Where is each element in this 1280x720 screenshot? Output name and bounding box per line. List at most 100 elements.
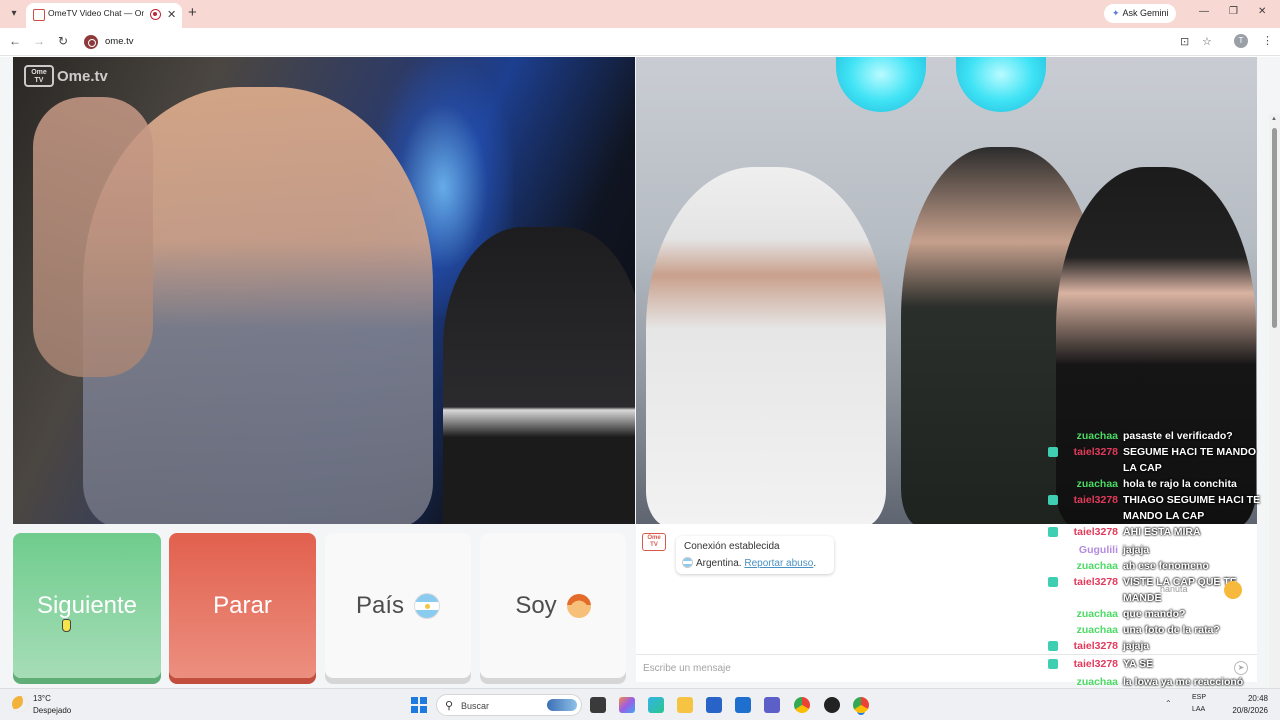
comment-username: taiel3278 [1073,446,1118,458]
restore-icon[interactable]: ❐ [1229,6,1238,17]
badge-spacer [1048,428,1060,444]
forward-arrow-icon[interactable]: → [32,34,46,48]
comment-username: taiel3278 [1073,576,1118,588]
chrome-active-icon[interactable] [853,697,869,713]
background-person [443,227,635,524]
comment-username: zuachaa [1076,430,1118,442]
mouse-cursor-icon [62,619,71,632]
windows-taskbar: 13°C Despejado ⚲ Buscar ⌃ ESP LAA 20:48 … [0,688,1280,720]
close-window-icon[interactable]: ✕ [1258,6,1266,17]
new-tab-button[interactable]: + [188,5,197,21]
ask-gemini-label: Ask Gemini [1122,8,1169,18]
subscriber-badge-icon [1048,656,1060,674]
page-scrollbar[interactable]: ▲ ▼ [1269,114,1280,720]
search-placeholder: Buscar [461,701,490,711]
tray-chevron-up-icon[interactable]: ⌃ [1165,699,1172,708]
logo-badge: Ome TV [24,65,54,87]
neon-light-left [836,57,926,112]
moon-weather-icon[interactable] [12,696,28,712]
clock-date: 20/8/2026 [1232,706,1268,715]
star-icon[interactable]: ☆ [1202,35,1212,48]
gender-button[interactable]: Soy [480,533,626,678]
clock-time[interactable]: 20:48 [1236,694,1268,703]
stream-comment: zuachaa ah ese fenomeno [1048,558,1264,574]
system-bubble: Conexión establecida Argentina. Reportar… [676,536,834,574]
stream-comment: taiel3278 THIAGO SEGUIME HACI TE MANDO LA… [1048,492,1264,524]
stream-comment: taiel3278 YA SE [1048,656,1264,674]
gemini-sparkle-icon: ✦ [1112,8,1120,18]
kebab-menu-icon[interactable]: ⋮ [1262,34,1273,47]
stream-comment: Gugulili jajaja [1048,542,1264,558]
tab-title: OmeTV Video Chat — Omegle [48,8,144,18]
comment-text: jajaja [1123,544,1150,556]
back-arrow-icon[interactable]: ← [8,34,22,48]
scroll-thumb[interactable] [1272,128,1277,328]
stream-comment: zuachaa hola te rajo la conchita [1048,476,1264,492]
comment-text: jajaja [1123,640,1150,652]
url-text: ome.tv [105,36,134,47]
subscriber-badge-icon [1048,574,1060,606]
neon-lights [836,57,1056,117]
smiley-emoji-icon [1224,581,1242,599]
country-button[interactable]: País [325,533,471,678]
ometv-logo: Ome TV Ome.tv [24,65,108,87]
outlook-icon[interactable] [735,697,751,713]
scroll-up-icon[interactable]: ▲ [1271,116,1277,122]
profile-avatar[interactable]: T [1234,34,1248,48]
chevron-down-icon[interactable]: ▾ [6,6,22,22]
windows-start-icon[interactable] [411,697,427,713]
folder-icon[interactable] [677,697,693,713]
stop-button[interactable]: Parar [169,533,316,678]
browser-tab-active[interactable]: OmeTV Video Chat — Omegle ✕ [26,3,182,28]
waving-hand [33,97,153,377]
comment-username: taiel3278 [1073,640,1118,652]
country-label: País [355,591,405,619]
argentina-flag-icon [682,557,693,568]
stop-label: Parar [213,591,272,619]
ometv-system-icon: Ome TV [642,533,666,551]
subscriber-badge-icon [1048,492,1060,524]
remote-person-left [646,167,886,524]
neon-light-right [956,57,1046,112]
site-info-icon[interactable] [84,35,98,49]
task-view-icon[interactable] [590,697,606,713]
minimize-icon[interactable]: — [1199,6,1209,17]
local-video: Ome TV Ome.tv [13,57,635,524]
next-button[interactable]: Siguiente [13,533,161,678]
address-bar[interactable]: ome.tv [78,31,1222,53]
install-app-icon[interactable]: ⊡ [1180,35,1189,48]
comment-text: pasaste el verificado? [1123,430,1233,442]
partner-country-line: Argentina. Reportar abuso. [682,557,816,569]
message-placeholder: Escribe un mensaje [643,663,731,674]
weather-temp: 13°C [33,694,51,703]
comment-text: THIAGO SEGUIME HACI TE MANDO LA CAP [1123,494,1261,522]
copilot-icon[interactable] [619,697,635,713]
obs-icon[interactable] [824,697,840,713]
report-abuse-link[interactable]: Reportar abuso [744,558,813,569]
comment-username: zuachaa [1076,560,1118,572]
input-layout: LAA [1192,706,1206,713]
reload-icon[interactable]: ↻ [56,34,70,48]
stream-comment: taiel3278 SEGUME HACI TE MANDO LA CAP [1048,444,1264,476]
report-trailing: . [813,558,817,569]
stream-comments-overlay: zuachaa pasaste el verificado? taiel3278 SE… [1048,428,1264,720]
subscriber-badge-icon [1048,524,1060,542]
stream-comment: zuachaa una foto de la rata? [1048,622,1264,638]
taskbar-search[interactable]: ⚲ Buscar [436,694,582,716]
badge-spacer [1048,542,1060,558]
comment-username: zuachaa [1076,608,1118,620]
chrome-icon[interactable] [794,697,810,713]
badge-spacer [1048,622,1060,638]
comment-username: zuachaa [1076,478,1118,490]
comment-username: taiel3278 [1073,526,1118,538]
input-language[interactable]: ESP [1192,694,1206,701]
tab-close-icon[interactable]: ✕ [167,8,176,21]
ask-gemini-button[interactable]: ✦ Ask Gemini [1104,4,1176,23]
teams-icon[interactable] [764,697,780,713]
comment-username: Gugulili [1078,544,1118,556]
comment-text: que mando? [1123,608,1186,620]
comment-username: taiel3278 [1073,658,1118,670]
edge-icon[interactable] [648,697,664,713]
search-icon: ⚲ [445,700,454,712]
store-icon[interactable] [706,697,722,713]
